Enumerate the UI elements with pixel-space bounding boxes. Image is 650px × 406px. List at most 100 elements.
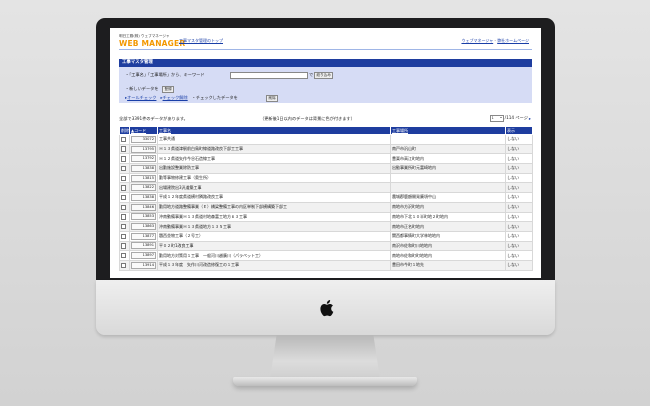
row-checkbox[interactable] xyxy=(121,214,127,220)
row-code-button[interactable]: 13877 xyxy=(131,232,156,240)
row-checkbox[interactable] xyxy=(121,262,127,269)
row-name: 題西並物工事（２号工） xyxy=(157,230,391,242)
row-checkbox[interactable] xyxy=(121,156,127,162)
chevron-down-icon xyxy=(499,117,502,118)
row-name: 平０２町1改良工事 xyxy=(157,240,391,252)
table-row: 13853 沖南動備事業Ｈ１３県道村地森富工地方６３工事 南地市下北１０半町地２町地… xyxy=(119,211,533,223)
row-name: 平成１３年度 矢作川河改造修復工の１工事 xyxy=(157,259,391,271)
row-cell-code: 13891 xyxy=(129,240,158,252)
monitor-stand-neck xyxy=(270,335,380,379)
check-actions-row: ▸オールチェック ▸チェック解除 ・チェックしたデータを xyxy=(125,95,238,100)
row-cell-delete xyxy=(119,182,130,194)
logo-web-manager[interactable]: WEB MANAGER xyxy=(119,39,185,48)
row-checkbox[interactable] xyxy=(121,243,127,249)
uncheck-all-link[interactable]: チェック解除 xyxy=(163,95,188,100)
table-row: 13792 Ｈ１２県道矢作今谷石造線工事 豊栗市高江町地内 しない xyxy=(119,153,533,165)
web-manager-link[interactable]: ウェブマネージャ xyxy=(461,38,493,43)
row-display: しない xyxy=(505,192,533,203)
row-name: 平成１２年度県道横村隣路改良工事 xyxy=(157,192,391,203)
row-code-button[interactable]: 13838 xyxy=(131,193,156,201)
register-button[interactable]: 登録 xyxy=(162,85,175,93)
row-checkbox[interactable] xyxy=(121,165,127,172)
next-page-icon[interactable]: ▸ xyxy=(529,116,531,121)
row-code-button[interactable]: 13914 xyxy=(131,261,156,269)
row-display: しない xyxy=(505,230,533,242)
col-delete: 削除 xyxy=(119,126,130,135)
row-checkbox[interactable] xyxy=(121,223,127,230)
row-code-button[interactable]: 13846 xyxy=(131,203,156,211)
row-place: 南地市下北１０半町地２町地内 xyxy=(390,211,506,223)
row-checkbox[interactable] xyxy=(121,204,127,210)
row-name: 工事共通 xyxy=(157,134,391,145)
table-row: 13838 出勤施設整業除防工事 出勧事業所町元富崎地内 しない xyxy=(119,163,533,174)
row-cell-delete xyxy=(119,143,130,155)
row-checkbox[interactable] xyxy=(121,175,127,181)
row-checkbox[interactable] xyxy=(121,136,127,143)
row-cell-delete xyxy=(119,221,130,232)
row-cell-code: 13863 xyxy=(129,221,158,232)
row-code-button[interactable]: 13795 xyxy=(131,145,156,153)
table-body: 33072 工事共通 しない 13795 Ｈ１３県道津駅前白鳥町線道路改良下部工工事 南戸… xyxy=(119,134,533,271)
row-display: しない xyxy=(505,240,533,252)
row-place xyxy=(390,134,506,145)
filter-button[interactable]: 絞り込み xyxy=(314,71,334,79)
row-name: Ｈ１３県道津駅前白鳥町線道路改良下部工工事 xyxy=(157,143,391,155)
row-code-button[interactable]: 13853 xyxy=(131,213,156,221)
table-row: 33072 工事共通 しない xyxy=(119,134,533,145)
row-cell-delete xyxy=(119,163,130,174)
row-cell-code: 13897 xyxy=(129,250,158,261)
row-code-button[interactable]: 13822 xyxy=(131,184,156,192)
row-code-button[interactable]: 13792 xyxy=(131,155,156,163)
row-code-button[interactable]: 13891 xyxy=(131,242,156,250)
homepage-link[interactable]: 弊社ホームページ xyxy=(497,38,529,43)
row-checkbox[interactable] xyxy=(121,253,127,259)
row-name: 沖南動備事業Ｈ１３県道村地森富工地方６３工事 xyxy=(157,211,391,223)
checked-data-label: ・チェックしたデータを xyxy=(191,95,238,100)
row-display: しない xyxy=(505,163,533,174)
row-code-button[interactable]: 13838 xyxy=(131,164,156,172)
screen: 明日工務(株) ウェブマネージャ WEB MANAGER 工事マスタ管理のトップ… xyxy=(110,28,541,278)
delete-button[interactable]: 削除 xyxy=(266,94,279,102)
row-code-button[interactable]: 13815 xyxy=(131,174,156,182)
row-checkbox[interactable] xyxy=(121,194,127,201)
table-row: 13846 勤用地方道路整備事業（Ｅ）橋梁整備工事の内区単制下部横構築下部工 南地市… xyxy=(119,201,533,213)
row-place: 豊栗市高江町地内 xyxy=(390,153,506,165)
row-checkbox[interactable] xyxy=(121,146,127,152)
col-place[interactable]: 工事場所 xyxy=(390,126,506,135)
row-display: しない xyxy=(505,259,533,271)
row-code-button[interactable]: 33072 xyxy=(131,135,156,143)
header-right-links: ウェブマネージャ - 弊社ホームページ xyxy=(461,38,529,44)
row-code-button[interactable]: 13863 xyxy=(131,223,156,231)
row-place: 南地市佐和町町地地内 xyxy=(390,250,506,261)
table-row: 13795 Ｈ１３県道津駅前白鳥町線道路改良下部工工事 南戸市汎山町 しない xyxy=(119,143,533,155)
row-checkbox[interactable] xyxy=(121,185,127,191)
row-display: しない xyxy=(505,201,533,213)
keyword-input[interactable] xyxy=(230,71,308,79)
row-checkbox[interactable] xyxy=(121,233,127,240)
table-row: 13822 出場建院出3汎道築工事 しない xyxy=(119,182,533,194)
col-code[interactable]: ▲コード xyxy=(129,126,158,135)
top-page-link[interactable]: 工事マスタ管理のトップ xyxy=(179,38,223,44)
row-cell-delete xyxy=(119,192,130,203)
row-cell-delete xyxy=(119,259,130,271)
table-row: 13914 平成１３年度 矢作川河改造修復工の１工事 豊田市今町１地先 しない xyxy=(119,259,533,271)
col-name[interactable]: 工事名 xyxy=(157,126,391,135)
row-display: しない xyxy=(505,250,533,261)
row-place: 農城郡鹿額開発廉頃中山 xyxy=(390,192,506,203)
row-cell-code: 13914 xyxy=(129,259,158,271)
row-display: しない xyxy=(505,182,533,194)
search-panel: ・「工事名」「工事場所」から、キーワード で 絞り込み ・新しいデータを 登録 … xyxy=(119,67,532,103)
table-row: 13891 平０２町1改良工事 南沢市佐和町川地地内 しない xyxy=(119,240,533,252)
check-all-link[interactable]: オールチェック xyxy=(127,95,156,100)
row-cell-code: 13838 xyxy=(129,163,158,174)
row-code-button[interactable]: 13897 xyxy=(131,252,156,260)
search-suffix: で xyxy=(309,72,314,77)
col-display: 表示 xyxy=(505,126,533,135)
row-display: しない xyxy=(505,153,533,165)
page-select[interactable]: 1 xyxy=(489,115,504,122)
row-display: しない xyxy=(505,221,533,232)
row-cell-code: 13877 xyxy=(129,230,158,242)
monitor-stand-foot xyxy=(233,377,417,386)
table-row: 13863 沖南動備事業Ｈ１３県道地方１３５工事 南地市正名町地内 しない xyxy=(119,221,533,232)
table-row: 13815 勤等事物修建工事（奥生所） しない xyxy=(119,172,533,184)
